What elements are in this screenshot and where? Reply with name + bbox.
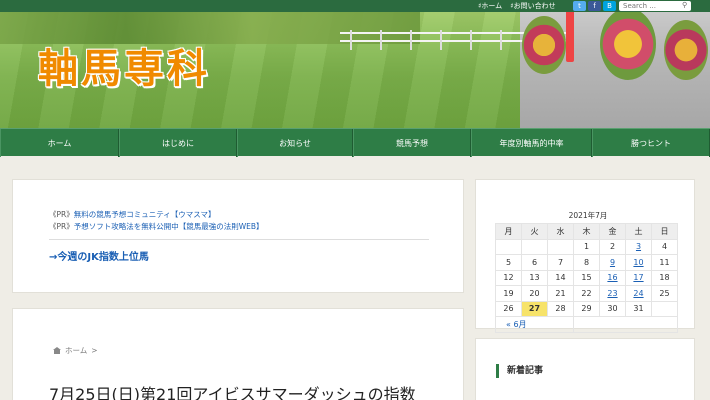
nav-item-hit-rate[interactable]: 年度別軸馬的中率	[471, 129, 592, 157]
promo-link-keiba-web[interactable]: 予想ソフト攻略法を無料公開中【競馬最強の法則WEB】	[74, 222, 264, 231]
facebook-icon[interactable]: f	[588, 1, 601, 11]
calendar-widget: 2021年7月 月 火 水 木 金 土 日 1 2 3 4 5 6 7 8 9 …	[475, 179, 695, 333]
article-card: ホーム > 7月25日(日)第21回アイビスサマーダッシュの指数	[12, 308, 464, 400]
search-icon[interactable]: ⚲	[682, 1, 687, 9]
weekday-header: 水	[547, 223, 574, 240]
calendar-day-today: 27	[521, 300, 548, 317]
calendar-title: 2021年7月	[568, 211, 608, 220]
calendar-day: 25	[651, 285, 678, 302]
calendar-day-link[interactable]: 24	[625, 285, 652, 302]
calendar-day: 5	[495, 254, 522, 271]
calendar-day-link[interactable]: 10	[625, 254, 652, 271]
calendar-day: 2	[599, 238, 626, 255]
calendar-prev-month-link[interactable]: « 6月	[495, 316, 574, 333]
weekday-header: 木	[573, 223, 600, 240]
weekday-header: 土	[625, 223, 652, 240]
calendar-day	[547, 238, 574, 255]
calendar-day: 13	[521, 269, 548, 286]
promo-line-2: 《PR》予想ソフト攻略法を無料公開中【競馬最強の法則WEB】	[49, 222, 264, 231]
calendar-footer-empty	[573, 316, 678, 333]
home-icon	[53, 347, 61, 354]
weekday-header: 火	[521, 223, 548, 240]
nav-item-predictions[interactable]: 競馬予想	[353, 129, 471, 157]
top-link-home[interactable]: ♯ホーム	[478, 0, 502, 12]
calendar-day: 18	[651, 269, 678, 286]
weekday-header: 日	[651, 223, 678, 240]
calendar-day-link[interactable]: 9	[599, 254, 626, 271]
calendar-day: 26	[495, 300, 522, 317]
nav-item-tips[interactable]: 勝つヒント	[592, 129, 710, 157]
calendar-day: 20	[521, 285, 548, 302]
divider	[49, 239, 429, 240]
calendar-day-link[interactable]: 3	[625, 238, 652, 255]
calendar-day-link[interactable]: 23	[599, 285, 626, 302]
calendar-day: 28	[547, 300, 574, 317]
calendar-day: 12	[495, 269, 522, 286]
hatena-bookmark-icon[interactable]: B	[603, 1, 616, 11]
twitter-icon[interactable]: t	[573, 1, 586, 11]
calendar-day: 8	[573, 254, 600, 271]
calendar-day: 6	[521, 254, 548, 271]
calendar-table: 月 火 水 木 金 土 日 1 2 3 4 5 6 7 8 9 10 11 12	[495, 223, 678, 333]
top-utility-bar: ♯ホーム ♯お問い合わせ t f B ⚲	[0, 0, 710, 12]
search-input[interactable]	[619, 1, 691, 11]
new-posts-heading: 新着記事	[496, 364, 543, 378]
calendar-day: 1	[573, 238, 600, 255]
calendar-day	[495, 238, 522, 255]
calendar-day-link[interactable]: 17	[625, 269, 652, 286]
calendar-day: 14	[547, 269, 574, 286]
calendar-day: 11	[651, 254, 678, 271]
jk-index-link[interactable]: →今週のJK指数上位馬	[49, 248, 149, 263]
global-nav: ホーム はじめに お知らせ 競馬予想 年度別軸馬的中率 勝つヒント	[0, 128, 710, 157]
breadcrumb-separator: >	[91, 346, 98, 355]
calendar-day: 15	[573, 269, 600, 286]
promo-card: 《PR》無料の競馬予想コミュニティ【ウマスマ】 《PR》予想ソフト攻略法を無料公…	[12, 179, 464, 293]
calendar-day: 30	[599, 300, 626, 317]
top-link-contact[interactable]: ♯お問い合わせ	[510, 0, 555, 12]
weekday-header: 月	[495, 223, 522, 240]
article-title: 7月25日(日)第21回アイビスサマーダッシュの指数	[49, 385, 416, 400]
calendar-day	[651, 300, 678, 317]
calendar-day: 7	[547, 254, 574, 271]
promo-link-umasuma[interactable]: 無料の競馬予想コミュニティ【ウマスマ】	[74, 210, 216, 219]
nav-item-home[interactable]: ホーム	[0, 129, 119, 157]
calendar-day	[521, 238, 548, 255]
calendar-day-link[interactable]: 16	[599, 269, 626, 286]
header-banner: 軸馬専科	[0, 0, 710, 128]
calendar-day: 21	[547, 285, 574, 302]
nav-item-news[interactable]: お知らせ	[237, 129, 353, 157]
new-posts-widget: 新着記事	[475, 338, 695, 400]
calendar-day: 19	[495, 285, 522, 302]
calendar-day: 22	[573, 285, 600, 302]
breadcrumb: ホーム >	[53, 345, 98, 356]
weekday-header: 金	[599, 223, 626, 240]
site-logo[interactable]: 軸馬専科	[38, 36, 210, 94]
breadcrumb-home[interactable]: ホーム	[65, 345, 87, 356]
promo-line-1: 《PR》無料の競馬予想コミュニティ【ウマスマ】	[49, 210, 216, 219]
calendar-day: 4	[651, 238, 678, 255]
calendar-day: 31	[625, 300, 652, 317]
calendar-day: 29	[573, 300, 600, 317]
nav-item-about[interactable]: はじめに	[119, 129, 237, 157]
